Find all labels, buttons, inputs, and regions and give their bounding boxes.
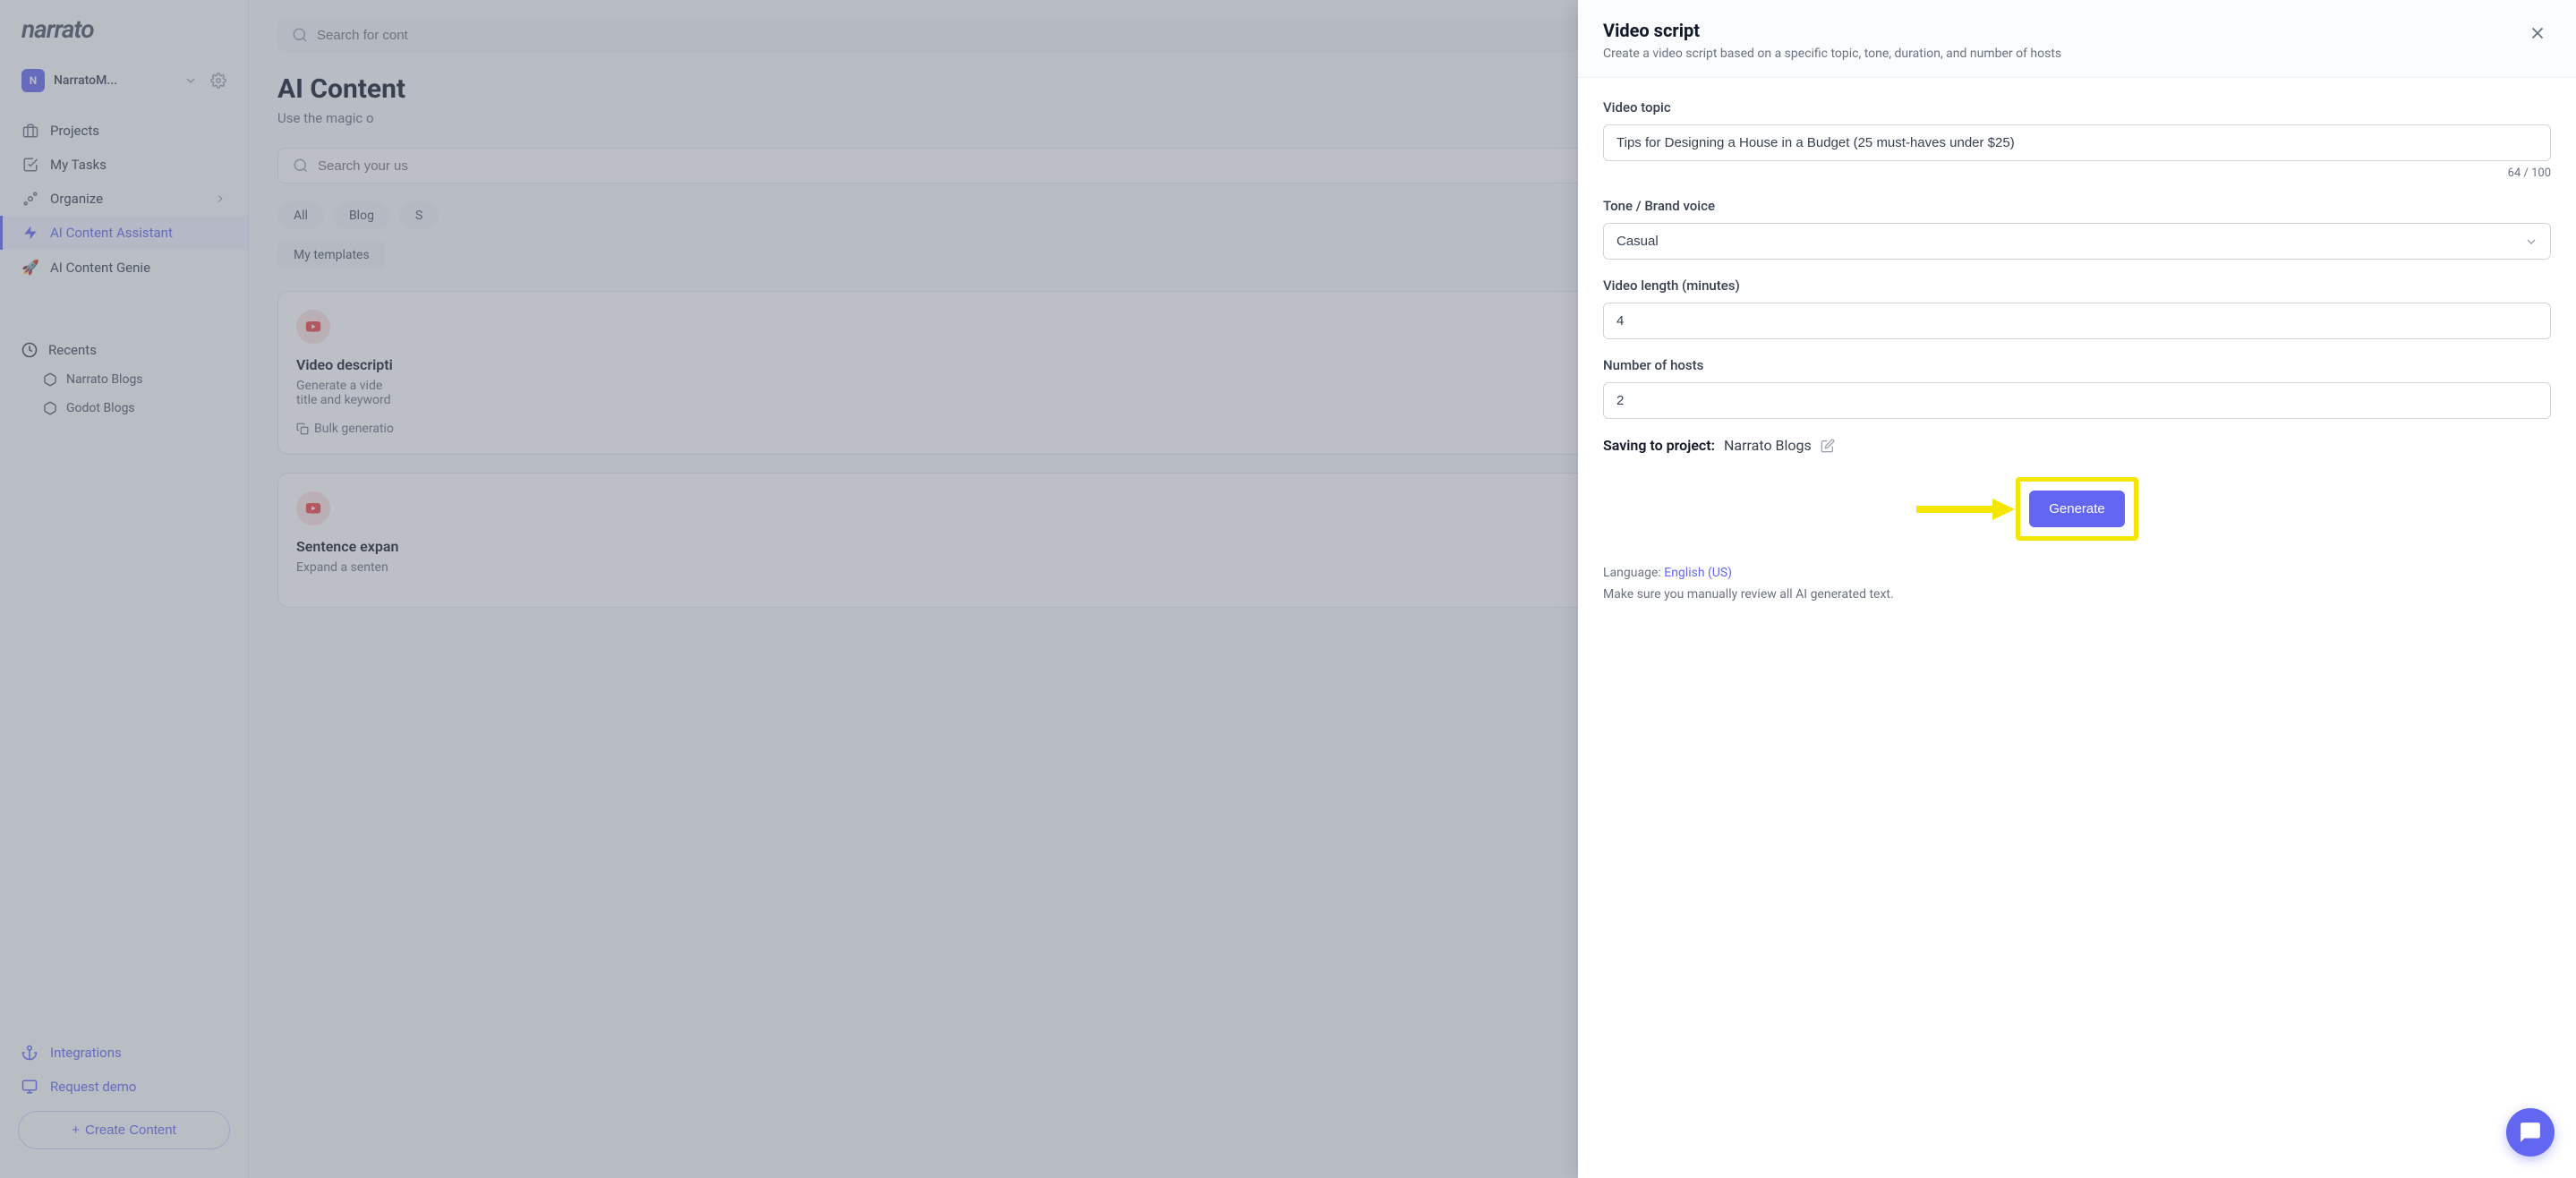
arrow-annotation <box>1916 496 2015 523</box>
saving-label: Saving to project: <box>1603 437 1715 454</box>
video-topic-label: Video topic <box>1603 99 2551 115</box>
highlight-annotation: Generate <box>2016 477 2138 541</box>
length-input[interactable] <box>1603 303 2551 339</box>
hosts-label: Number of hosts <box>1603 357 2551 373</box>
length-label: Video length (minutes) <box>1603 277 2551 294</box>
generate-button[interactable]: Generate <box>2029 491 2125 527</box>
video-script-modal: Video script Create a video script based… <box>1578 0 2576 1178</box>
modal-subtitle: Create a video script based on a specifi… <box>1603 47 2061 61</box>
review-note: Make sure you manually review all AI gen… <box>1603 587 2551 602</box>
hosts-input[interactable] <box>1603 382 2551 419</box>
language-row: Language: English (US) <box>1603 566 2551 580</box>
tone-select[interactable] <box>1603 223 2551 260</box>
edit-icon[interactable] <box>1821 439 1835 453</box>
close-button[interactable] <box>2524 20 2551 47</box>
saving-project-value: Narrato Blogs <box>1724 437 1812 454</box>
chat-bubble[interactable] <box>2506 1108 2555 1157</box>
video-topic-input[interactable] <box>1603 124 2551 161</box>
char-count: 64 / 100 <box>1603 166 2551 180</box>
tone-label: Tone / Brand voice <box>1603 198 2551 214</box>
modal-title: Video script <box>1603 20 2061 41</box>
language-link[interactable]: English (US) <box>1664 566 1732 580</box>
